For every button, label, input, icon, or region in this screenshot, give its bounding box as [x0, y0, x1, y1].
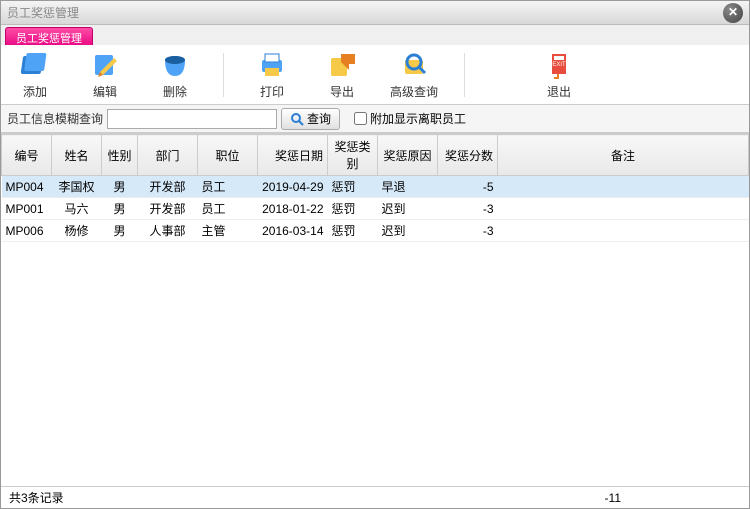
- print-button[interactable]: 打印: [250, 49, 294, 100]
- cell-date: 2019-04-29: [258, 176, 328, 198]
- search-icon: [290, 112, 304, 126]
- search-button-label: 查询: [307, 110, 331, 127]
- th-position[interactable]: 职位: [198, 135, 258, 176]
- cell-note: [498, 220, 749, 242]
- toolbar: 添加 编辑 删除 打印 导出: [1, 45, 749, 105]
- edit-label: 编辑: [93, 83, 117, 100]
- cell-score: -3: [438, 198, 498, 220]
- cell-dept: 人事部: [138, 220, 198, 242]
- record-count: 共3条记录: [9, 489, 64, 506]
- search-button[interactable]: 查询: [281, 108, 340, 130]
- cell-dept: 开发部: [138, 176, 198, 198]
- cell-position: 主管: [198, 220, 258, 242]
- cell-reason: 迟到: [378, 198, 438, 220]
- cell-type: 惩罚: [328, 176, 378, 198]
- add-label: 添加: [23, 83, 47, 100]
- table-header-row: 编号 姓名 性别 部门 职位 奖惩日期 奖惩类别 奖惩原因 奖惩分数 备注: [2, 135, 749, 176]
- export-icon: [326, 49, 358, 81]
- cell-name: 李国权: [52, 176, 102, 198]
- svg-text:EXIT: EXIT: [552, 62, 566, 68]
- cell-date: 2016-03-14: [258, 220, 328, 242]
- th-type[interactable]: 奖惩类别: [328, 135, 378, 176]
- add-icon: [19, 49, 51, 81]
- th-name[interactable]: 姓名: [52, 135, 102, 176]
- delete-label: 删除: [163, 83, 187, 100]
- show-resigned-checkbox[interactable]: 附加显示离职员工: [354, 110, 466, 127]
- edit-button[interactable]: 编辑: [83, 49, 127, 100]
- show-resigned-label: 附加显示离职员工: [370, 110, 466, 127]
- cell-id: MP006: [2, 220, 52, 242]
- tab-strip: 员工奖惩管理: [1, 25, 749, 45]
- window: 员工奖惩管理 ✕ 员工奖惩管理 添加 编辑 删除: [0, 0, 750, 509]
- th-dept[interactable]: 部门: [138, 135, 198, 176]
- cell-gender: 男: [102, 198, 138, 220]
- cell-reason: 迟到: [378, 220, 438, 242]
- statusbar: 共3条记录 -11: [1, 486, 749, 508]
- print-icon: [256, 49, 288, 81]
- cell-dept: 开发部: [138, 198, 198, 220]
- titlebar: 员工奖惩管理 ✕: [1, 1, 749, 25]
- table-row[interactable]: MP006杨修男人事部主管2016-03-14惩罚迟到-3: [2, 220, 749, 242]
- add-button[interactable]: 添加: [13, 49, 57, 100]
- cell-type: 惩罚: [328, 198, 378, 220]
- separator: [464, 53, 465, 97]
- advanced-query-icon: [398, 49, 430, 81]
- cell-id: MP004: [2, 176, 52, 198]
- exit-button[interactable]: EXIT 退出: [537, 49, 581, 100]
- show-resigned-input[interactable]: [354, 112, 367, 125]
- export-button[interactable]: 导出: [320, 49, 364, 100]
- cell-name: 杨修: [52, 220, 102, 242]
- search-input[interactable]: [107, 109, 277, 129]
- th-reason[interactable]: 奖惩原因: [378, 135, 438, 176]
- th-note[interactable]: 备注: [498, 135, 749, 176]
- th-gender[interactable]: 性别: [102, 135, 138, 176]
- window-title: 员工奖惩管理: [7, 4, 79, 21]
- export-label: 导出: [330, 83, 354, 100]
- edit-icon: [89, 49, 121, 81]
- rewards-table: 编号 姓名 性别 部门 职位 奖惩日期 奖惩类别 奖惩原因 奖惩分数 备注 MP…: [1, 134, 749, 242]
- cell-gender: 男: [102, 220, 138, 242]
- cell-note: [498, 198, 749, 220]
- table-row[interactable]: MP004李国权男开发部员工2019-04-29惩罚早退-5: [2, 176, 749, 198]
- advanced-query-button[interactable]: 高级查询: [390, 49, 438, 100]
- th-id[interactable]: 编号: [2, 135, 52, 176]
- table-row[interactable]: MP001马六男开发部员工2018-01-22惩罚迟到-3: [2, 198, 749, 220]
- cell-score: -3: [438, 220, 498, 242]
- cell-name: 马六: [52, 198, 102, 220]
- cell-type: 惩罚: [328, 220, 378, 242]
- close-icon[interactable]: ✕: [723, 3, 743, 23]
- advanced-query-label: 高级查询: [390, 83, 438, 100]
- cell-date: 2018-01-22: [258, 198, 328, 220]
- score-total: -11: [605, 491, 621, 505]
- delete-icon: [159, 49, 191, 81]
- separator: [223, 53, 224, 97]
- th-date[interactable]: 奖惩日期: [258, 135, 328, 176]
- cell-note: [498, 176, 749, 198]
- th-score[interactable]: 奖惩分数: [438, 135, 498, 176]
- print-label: 打印: [260, 83, 284, 100]
- delete-button[interactable]: 删除: [153, 49, 197, 100]
- cell-reason: 早退: [378, 176, 438, 198]
- exit-label: 退出: [547, 83, 571, 100]
- table-wrap: 编号 姓名 性别 部门 职位 奖惩日期 奖惩类别 奖惩原因 奖惩分数 备注 MP…: [1, 133, 749, 486]
- cell-position: 员工: [198, 198, 258, 220]
- search-bar: 员工信息模糊查询 查询 附加显示离职员工: [1, 105, 749, 133]
- cell-position: 员工: [198, 176, 258, 198]
- cell-id: MP001: [2, 198, 52, 220]
- cell-gender: 男: [102, 176, 138, 198]
- search-label: 员工信息模糊查询: [7, 110, 103, 127]
- exit-icon: EXIT: [543, 49, 575, 81]
- cell-score: -5: [438, 176, 498, 198]
